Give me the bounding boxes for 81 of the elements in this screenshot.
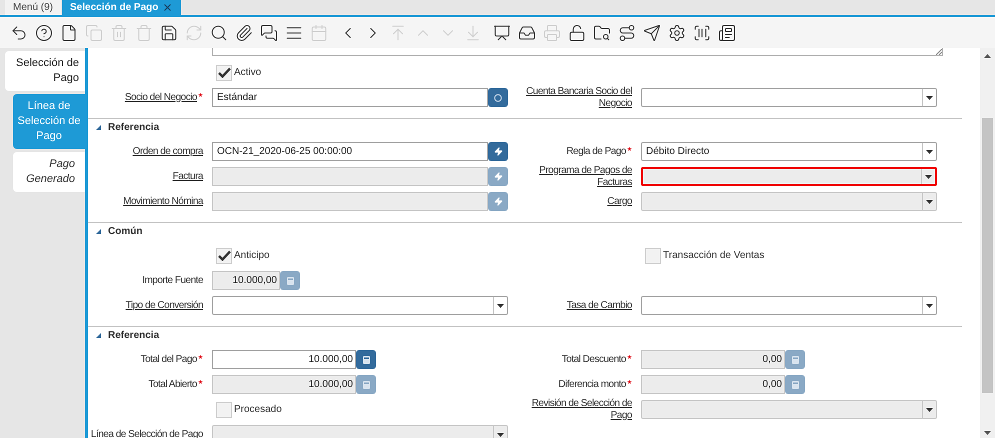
scroll-up-icon[interactable]: [984, 54, 991, 58]
field-label: Total Abierto: [148, 378, 203, 390]
text-area-field[interactable]: [212, 48, 943, 56]
settings-icon[interactable]: [668, 24, 686, 42]
dropdown-caret-icon: [926, 96, 933, 100]
lightning-icon: [494, 147, 502, 156]
checkbox-label: Anticipo: [234, 249, 270, 263]
checkmark-icon: [218, 250, 230, 261]
detail-tab[interactable]: Pago Generado: [13, 152, 85, 192]
field-label[interactable]: Orden de compra: [132, 146, 203, 158]
window-tab[interactable]: Menú (9): [5, 0, 62, 15]
checkbox-label: Procesado: [234, 403, 282, 417]
lookup-button[interactable]: [488, 167, 508, 186]
dropdown-field[interactable]: [641, 88, 937, 107]
dropdown-caret-icon: [926, 150, 933, 154]
lookup-button[interactable]: [488, 88, 508, 107]
field-label: Regla de Pago: [566, 146, 632, 158]
chat-icon[interactable]: [260, 24, 278, 42]
save-icon[interactable]: [160, 24, 178, 42]
search-icon[interactable]: [210, 24, 228, 42]
scrollbar[interactable]: [980, 48, 995, 438]
folder-search-icon[interactable]: [592, 24, 610, 42]
calculator-icon: [286, 276, 294, 284]
circle-icon: [494, 94, 502, 102]
dropdown-caret-icon: [925, 174, 932, 178]
dropdown-field[interactable]: Débito Directo: [641, 142, 937, 161]
field-label[interactable]: Cuenta Bancaria Socio del Negocio: [520, 86, 632, 110]
number-field[interactable]: 10.000,00: [212, 350, 356, 369]
dropdown-caret-icon: [926, 304, 933, 308]
close-icon[interactable]: [162, 2, 174, 13]
checkbox[interactable]: [645, 248, 661, 264]
dropdown-caret-icon: [497, 432, 504, 436]
section-title: Referencia: [108, 328, 160, 342]
archive-icon[interactable]: [518, 24, 536, 42]
field-label: Importe Fuente: [142, 274, 203, 286]
calculator-button[interactable]: [356, 350, 376, 369]
new-document-icon[interactable]: [60, 24, 78, 42]
dropdown-caret-icon: [926, 408, 933, 412]
lookup-button[interactable]: [488, 142, 508, 161]
calculator-icon: [792, 356, 798, 364]
lightning-icon: [494, 172, 502, 181]
resize-handle-icon: [936, 49, 942, 55]
calculator-icon: [362, 380, 370, 388]
collapse-triangle-icon[interactable]: [96, 228, 101, 234]
field-label: Diferencia monto: [558, 378, 632, 390]
checkbox-label: Transacción de Ventas: [663, 249, 764, 263]
calculator-icon: [362, 356, 370, 364]
text-field[interactable]: Estándar: [212, 88, 488, 107]
checkbox[interactable]: [216, 64, 232, 80]
field-label[interactable]: Socio del Negocio: [124, 92, 203, 104]
paperclip-icon[interactable]: [234, 24, 252, 42]
dropdown-field[interactable]: [641, 296, 937, 315]
dropdown-caret-icon: [497, 304, 504, 308]
barcode-icon[interactable]: [692, 24, 710, 42]
field-label[interactable]: Tipo de Conversión: [126, 300, 203, 312]
dropdown-caret-icon: [926, 200, 933, 204]
dropdown-field[interactable]: [212, 296, 508, 315]
calculator-icon: [792, 380, 798, 388]
field-label[interactable]: Tasa de Cambio: [566, 300, 632, 312]
collapse-triangle-icon[interactable]: [96, 332, 101, 338]
field-label: Total Descuento: [562, 354, 632, 366]
checkmark-icon: [218, 67, 230, 78]
text-field[interactable]: OCN-21_2020-06-25 00:00:00: [212, 142, 488, 161]
undo-icon[interactable]: [10, 24, 28, 42]
section-title: Común: [108, 224, 142, 238]
report-icon[interactable]: [492, 24, 510, 42]
lookup-button[interactable]: [488, 192, 508, 211]
lock-icon[interactable]: [568, 24, 586, 42]
checkbox[interactable]: [216, 248, 232, 264]
send-icon[interactable]: [642, 24, 660, 42]
detail-tab[interactable]: Selección de Pago: [5, 51, 85, 91]
checkbox-label: Activo: [234, 66, 262, 80]
workflow-icon[interactable]: [618, 24, 636, 42]
field-label: Total del Pago: [140, 354, 203, 366]
help-icon[interactable]: [34, 24, 52, 42]
lightning-icon: [494, 197, 502, 206]
scroll-down-icon[interactable]: [984, 431, 991, 435]
section-title: Referencia: [108, 120, 160, 134]
form-icon[interactable]: [718, 24, 736, 42]
collapse-triangle-icon[interactable]: [96, 124, 101, 130]
checkbox[interactable]: [216, 402, 232, 418]
